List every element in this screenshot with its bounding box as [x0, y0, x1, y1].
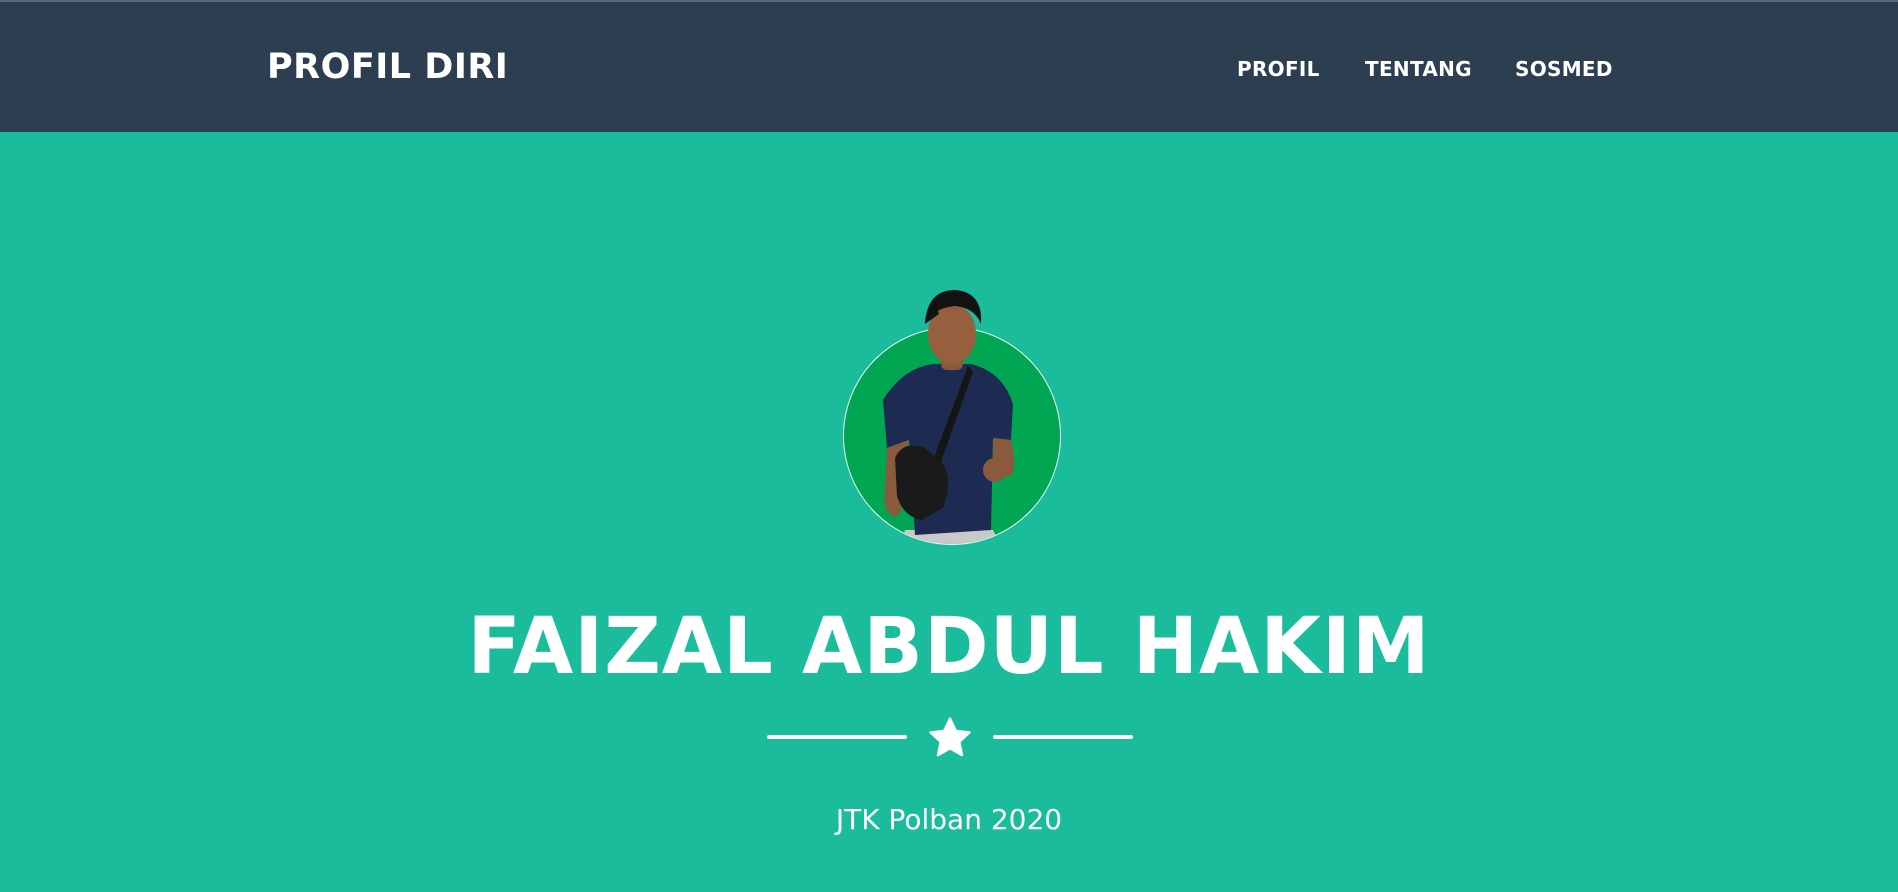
- avatar: [843, 280, 1063, 550]
- divider-line-left: [767, 735, 907, 739]
- profile-subtitle: JTK Polban 2020: [835, 803, 1063, 836]
- nav-link-profil[interactable]: PROFIL: [1237, 55, 1320, 83]
- navbar: PROFIL DIRI PROFIL TENTANG SOSMED: [0, 2, 1898, 132]
- star-icon: [929, 717, 971, 757]
- nav-link-sosmed[interactable]: SOSMED: [1515, 55, 1613, 83]
- star-divider: [767, 712, 1133, 762]
- profile-name: FAIZAL ABDUL HAKIM: [467, 602, 1431, 692]
- profile-photo: [883, 290, 1014, 544]
- divider-line-right: [993, 735, 1133, 739]
- brand-link[interactable]: PROFIL DIRI: [267, 44, 508, 90]
- nav-link-tentang[interactable]: TENTANG: [1365, 55, 1472, 83]
